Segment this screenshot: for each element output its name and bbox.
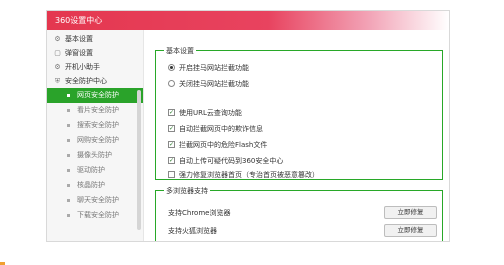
sidebar-subitem-label: 网页安全防护 [77,91,119,99]
title-bar: 360设置中心 [47,11,449,30]
group-legend: 多浏览器支持 [164,186,210,196]
bullet-icon [67,139,70,142]
sidebar-subitem-shopping-protection[interactable]: 网购安全防护 [47,133,143,148]
checkbox-label: 自动拦截网页中的欺诈信息 [179,125,263,133]
sidebar-subitem-driver-protection[interactable]: 驱动防护 [47,163,143,178]
sidebar-subitem-label: 搜索安全防护 [77,121,119,129]
content-panel: 基本设置 开启挂马网站拦截功能 关闭挂马网站拦截功能 ✓ 使用URL云查询功能 … [149,30,447,241]
sidebar-subitem-label: 下载安全防护 [77,211,119,219]
sidebar-scrollbar[interactable] [137,90,141,230]
checkbox-icon: ✓ [168,109,175,116]
bullet-icon [67,214,70,217]
basic-settings-group: 基本设置 开启挂马网站拦截功能 关闭挂马网站拦截功能 ✓ 使用URL云查询功能 … [155,46,443,180]
sidebar-subitem-video-protection[interactable]: 看片安全防护 [47,103,143,118]
bullet-icon [67,169,70,172]
radio-label: 关闭挂马网站拦截功能 [179,80,249,88]
fix-chrome-button[interactable]: 立即修复 [384,206,437,219]
sidebar-subitem-label: 聊天安全防护 [77,196,119,204]
checkbox-icon: ✓ [168,157,175,164]
sidebar-item-label: 安全防护中心 [65,77,107,85]
sidebar-subitem-camera-protection[interactable]: 摄像头防护 [47,148,143,163]
checkbox-icon: ✓ [168,125,175,132]
multi-browser-group: 多浏览器支持 支持Chrome浏览器 立即修复 支持火狐浏览器 立即修复 [155,186,443,241]
sidebar-item-startup[interactable]: ⚙ 开机小助手 [47,60,143,74]
radio-icon [168,64,175,71]
settings-window: 360设置中心 ⚙ 基本设置 ▢ 弹窗设置 ⚙ 开机小助手 ⛨ 安全防护中心 网页安全防… [46,10,450,242]
bullet-icon [67,154,70,157]
sidebar-subitem-label: 驱动防护 [77,166,105,174]
bullet-icon [67,199,70,202]
checkbox-icon [168,171,175,178]
shield-icon: ⛨ [54,77,61,85]
sidebar-item-label: 弹窗设置 [65,49,93,57]
sidebar-subitem-web-protection[interactable]: 网页安全防护 [47,88,143,103]
sidebar-item-label: 基本设置 [65,35,93,43]
checkbox-icon: ✓ [168,141,175,148]
sidebar-item-label: 开机小助手 [65,63,100,71]
checkbox-label: 强力修复浏览器首页（专治首页被恶意篡改） [179,171,319,179]
sidebar-subitem-core-protection[interactable]: 核晶防护 [47,178,143,193]
sidebar-item-security-center[interactable]: ⛨ 安全防护中心 [47,74,143,88]
checkbox-label: 使用URL云查询功能 [179,109,242,117]
bullet-icon [67,124,70,127]
radio-icon [168,80,175,87]
sidebar-subitem-chat-protection[interactable]: 聊天安全防护 [47,193,143,208]
gear-icon: ⚙ [54,35,61,43]
bullet-icon [67,94,70,97]
bullet-icon [67,184,70,187]
browser-label: 支持Chrome浏览器 [168,209,231,217]
sidebar-subitem-label: 网购安全防护 [77,136,119,144]
fix-firefox-button[interactable]: 立即修复 [384,224,437,237]
sidebar-subitem-search-protection[interactable]: 搜索安全防护 [47,118,143,133]
window-title: 360设置中心 [55,16,103,25]
sidebar-subitem-label: 摄像头防护 [77,151,112,159]
sidebar-item-basic[interactable]: ⚙ 基本设置 [47,32,143,46]
group-legend: 基本设置 [164,46,196,56]
window-icon: ▢ [54,49,61,57]
browser-label: 支持火狐浏览器 [168,227,217,235]
bullet-icon [67,109,70,112]
checkbox-label: 自动上传可疑代码到360安全中心 [179,157,284,165]
sidebar-subitem-label: 核晶防护 [77,181,105,189]
checkbox-label: 拦截网页中的危险Flash文件 [179,141,268,149]
radio-label: 开启挂马网站拦截功能 [179,64,249,72]
sidebar-subitem-label: 看片安全防护 [77,106,119,114]
sidebar: ⚙ 基本设置 ▢ 弹窗设置 ⚙ 开机小助手 ⛨ 安全防护中心 网页安全防护 看片安全防护… [47,30,144,241]
sidebar-item-popup[interactable]: ▢ 弹窗设置 [47,46,143,60]
sidebar-subitem-download-protection[interactable]: 下载安全防护 [47,208,143,223]
startup-icon: ⚙ [54,63,61,71]
